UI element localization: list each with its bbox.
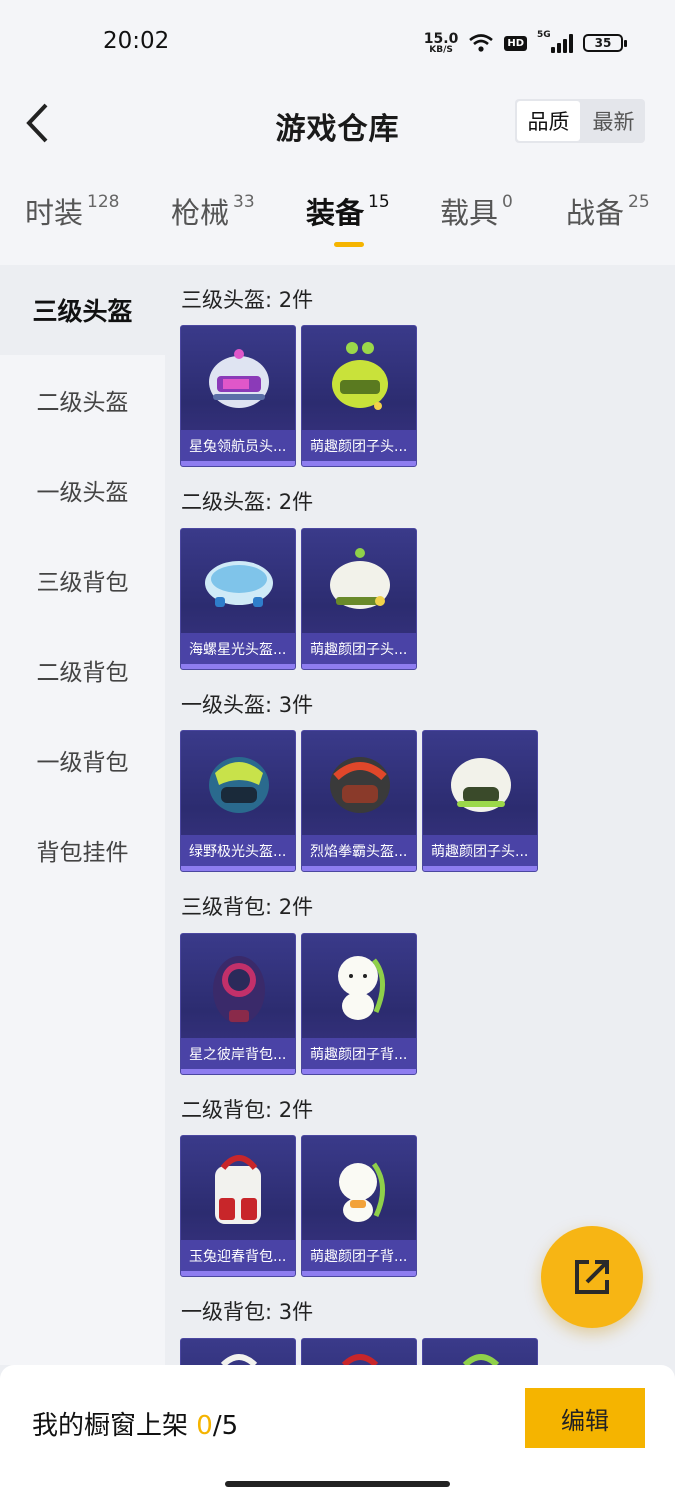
- item-card[interactable]: 烈焰拳霸头盔...: [301, 730, 417, 872]
- backpack-icon: [215, 1155, 261, 1224]
- bottom-bar: 我的橱窗上架 0/5 编辑: [0, 1365, 675, 1500]
- item-card[interactable]: 星兔领航员头...: [180, 325, 296, 467]
- sort-newest-button[interactable]: 最新: [582, 99, 645, 143]
- top-area: 20:02 15.0 KB/S HD 5G 35 游戏仓库 品质 最新 时装 1…: [0, 0, 675, 265]
- backpack-icon: [220, 1354, 258, 1365]
- sort-quality-button[interactable]: 品质: [517, 101, 580, 141]
- active-tab-indicator: [334, 242, 364, 247]
- edit-button[interactable]: 编辑: [525, 1388, 645, 1448]
- helmet-icon: [451, 758, 511, 812]
- helmet-icon: [209, 349, 269, 408]
- home-indicator[interactable]: [225, 1481, 450, 1487]
- helmet-icon: [205, 561, 273, 607]
- sidebar-item-level3-helmet[interactable]: 三级头盔: [0, 265, 165, 355]
- item-name: 萌趣颜团子背...: [310, 1249, 408, 1265]
- backpack-icon: [338, 956, 385, 1020]
- item-card[interactable]: 玉兔迎春背包...: [180, 1135, 296, 1277]
- helmet-icon: [330, 757, 390, 813]
- tab-vehicles[interactable]: 载具 0: [440, 190, 513, 232]
- item-list: 三级头盔: 2件 星兔领航员头... 萌趣颜团子头... 二级头盔: 2件 海螺…: [165, 265, 675, 1365]
- backpack-icon: [462, 1354, 500, 1365]
- item-card[interactable]: 萌趣颜团子头...: [422, 730, 538, 872]
- helmet-icon: [330, 548, 390, 609]
- item-card[interactable]: [422, 1338, 538, 1365]
- item-name: 绿野极光头盔...: [189, 844, 287, 860]
- item-card[interactable]: 萌趣颜团子头...: [301, 325, 417, 467]
- item-card[interactable]: 萌趣颜团子背...: [301, 933, 417, 1075]
- item-card[interactable]: 萌趣颜团子头...: [301, 528, 417, 670]
- signal-icon: 5G: [537, 30, 573, 53]
- item-name: 玉兔迎春背包...: [189, 1249, 287, 1265]
- section-title: 三级头盔: 2件: [181, 288, 314, 312]
- item-card[interactable]: [180, 1338, 296, 1365]
- clock: 20:02: [103, 28, 170, 54]
- sort-toggle: 品质 最新: [515, 99, 645, 143]
- category-tabs: 时装 128 枪械 33 装备 15 载具 0 战备 25: [0, 190, 675, 260]
- section-title: 二级头盔: 2件: [181, 490, 314, 514]
- tab-supplies[interactable]: 战备 25: [566, 190, 650, 232]
- sidebar-item-level1-helmet[interactable]: 一级头盔: [0, 445, 165, 535]
- helmet-icon: [332, 342, 388, 410]
- status-icons: 15.0 KB/S HD 5G 35: [423, 28, 627, 58]
- item-name: 萌趣颜团子头...: [310, 439, 408, 455]
- tab-fashion[interactable]: 时装 128: [25, 190, 119, 232]
- section-title: 三级背包: 2件: [181, 895, 314, 919]
- hd-badge: HD: [504, 35, 527, 51]
- item-name: 星之彼岸背包...: [189, 1047, 287, 1063]
- item-name: 烈焰拳霸头盔...: [310, 844, 408, 860]
- item-card[interactable]: 星之彼岸背包...: [180, 933, 296, 1075]
- backpack-icon: [339, 1162, 385, 1222]
- tab-equipment[interactable]: 装备 15: [306, 190, 390, 247]
- item-card[interactable]: [301, 1338, 417, 1365]
- net-speed: 15.0 KB/S: [423, 30, 459, 55]
- tab-guns[interactable]: 枪械 33: [171, 190, 255, 232]
- sidebar-item-level2-helmet[interactable]: 二级头盔: [0, 355, 165, 445]
- section-title: 一级背包: 3件: [181, 1300, 314, 1324]
- backpack-icon: [341, 1354, 379, 1365]
- backpack-icon: [213, 956, 265, 1024]
- item-name: 萌趣颜团子背...: [310, 1047, 408, 1063]
- battery-icon: 35: [583, 34, 627, 52]
- sidebar-item-level3-backpack[interactable]: 三级背包: [0, 535, 165, 625]
- helmet-icon: [209, 757, 269, 813]
- sidebar: 三级头盔 二级头盔 一级头盔 三级背包 二级背包 一级背包 背包挂件: [0, 265, 165, 1365]
- share-icon: [575, 1260, 609, 1294]
- sidebar-item-backpack-pendant[interactable]: 背包挂件: [0, 805, 165, 895]
- wifi-icon: [469, 34, 494, 52]
- section-title: 一级头盔: 3件: [181, 693, 314, 717]
- status-bar: 20:02 15.0 KB/S HD 5G 35: [0, 0, 675, 86]
- item-name: 海螺星光头盔...: [189, 642, 287, 658]
- sidebar-item-level1-backpack[interactable]: 一级背包: [0, 715, 165, 805]
- item-card[interactable]: 萌趣颜团子背...: [301, 1135, 417, 1277]
- sidebar-item-level2-backpack[interactable]: 二级背包: [0, 625, 165, 715]
- header: 游戏仓库 品质 最新: [0, 88, 675, 158]
- item-name: 萌趣颜团子头...: [310, 642, 408, 658]
- item-name: 萌趣颜团子头...: [431, 844, 529, 860]
- item-card[interactable]: 海螺星光头盔...: [180, 528, 296, 670]
- item-card[interactable]: 绿野极光头盔...: [180, 730, 296, 872]
- showcase-status: 我的橱窗上架 0/5: [32, 1411, 239, 1441]
- share-button[interactable]: [541, 1226, 643, 1328]
- section-title: 二级背包: 2件: [181, 1098, 314, 1122]
- item-name: 星兔领航员头...: [189, 439, 287, 455]
